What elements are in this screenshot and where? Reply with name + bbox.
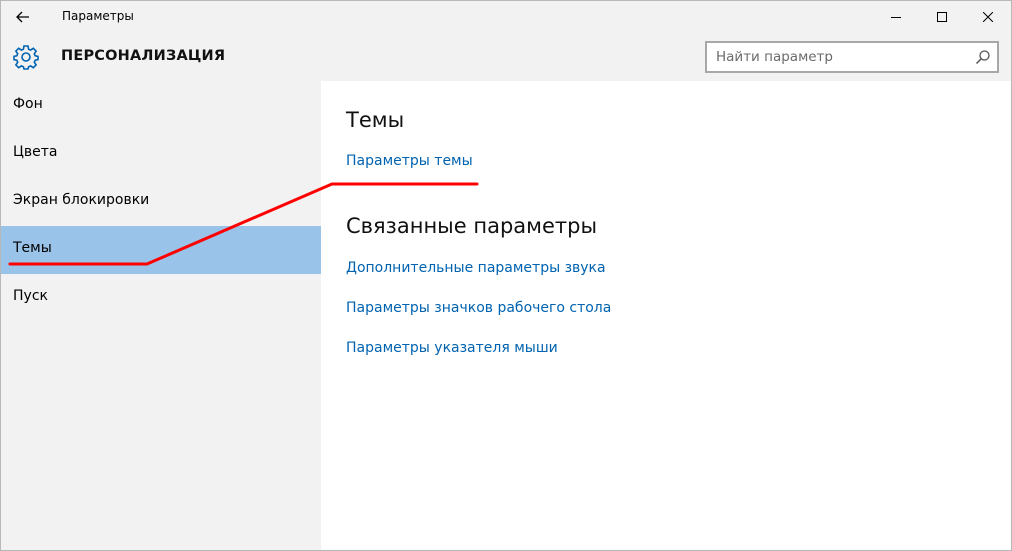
- sidebar-item-label: Фон: [13, 96, 43, 112]
- search-icon[interactable]: [975, 49, 991, 65]
- page-header: ПЕРСОНАЛИЗАЦИЯ Найти параметр: [1, 33, 1011, 81]
- minimize-button[interactable]: [873, 1, 919, 33]
- maximize-button[interactable]: [919, 1, 965, 33]
- main-content: Темы Параметры темы Связанные параметры …: [321, 81, 1011, 550]
- sidebar-item-label: Пуск: [13, 288, 48, 304]
- close-button[interactable]: [965, 1, 1011, 33]
- theme-settings-link[interactable]: Параметры темы: [346, 153, 473, 169]
- sidebar-item-themes[interactable]: Темы: [1, 226, 321, 274]
- window-title: Параметры: [62, 9, 134, 23]
- desktop-icons-settings-link[interactable]: Параметры значков рабочего стола: [346, 300, 611, 316]
- settings-window: Параметры ПЕРСОНАЛИЗАЦИЯ Найти параметр …: [0, 0, 1012, 551]
- sidebar-item-label: Темы: [13, 240, 52, 256]
- sidebar-item-colors[interactable]: Цвета: [1, 130, 321, 178]
- sidebar-item-label: Цвета: [13, 144, 58, 160]
- close-icon: [983, 12, 993, 22]
- maximize-icon: [937, 12, 947, 22]
- themes-section-title: Темы: [346, 108, 405, 132]
- title-bar: Параметры: [1, 1, 1011, 33]
- minimize-icon: [891, 17, 901, 18]
- mouse-pointer-settings-link[interactable]: Параметры указателя мыши: [346, 340, 558, 356]
- gear-icon: [13, 45, 39, 70]
- page-title: ПЕРСОНАЛИЗАЦИЯ: [61, 48, 226, 64]
- sidebar: Фон Цвета Экран блокировки Темы Пуск: [1, 81, 321, 550]
- sidebar-item-background[interactable]: Фон: [1, 82, 321, 130]
- related-settings-title: Связанные параметры: [346, 214, 598, 238]
- search-box[interactable]: Найти параметр: [705, 41, 999, 73]
- back-button[interactable]: [9, 3, 37, 31]
- sound-settings-link[interactable]: Дополнительные параметры звука: [346, 260, 606, 276]
- sidebar-item-label: Экран блокировки: [13, 192, 150, 208]
- back-arrow-icon: [16, 11, 29, 23]
- search-input[interactable]: Найти параметр: [716, 49, 833, 65]
- sidebar-item-start[interactable]: Пуск: [1, 274, 321, 322]
- sidebar-item-lock-screen[interactable]: Экран блокировки: [1, 178, 321, 226]
